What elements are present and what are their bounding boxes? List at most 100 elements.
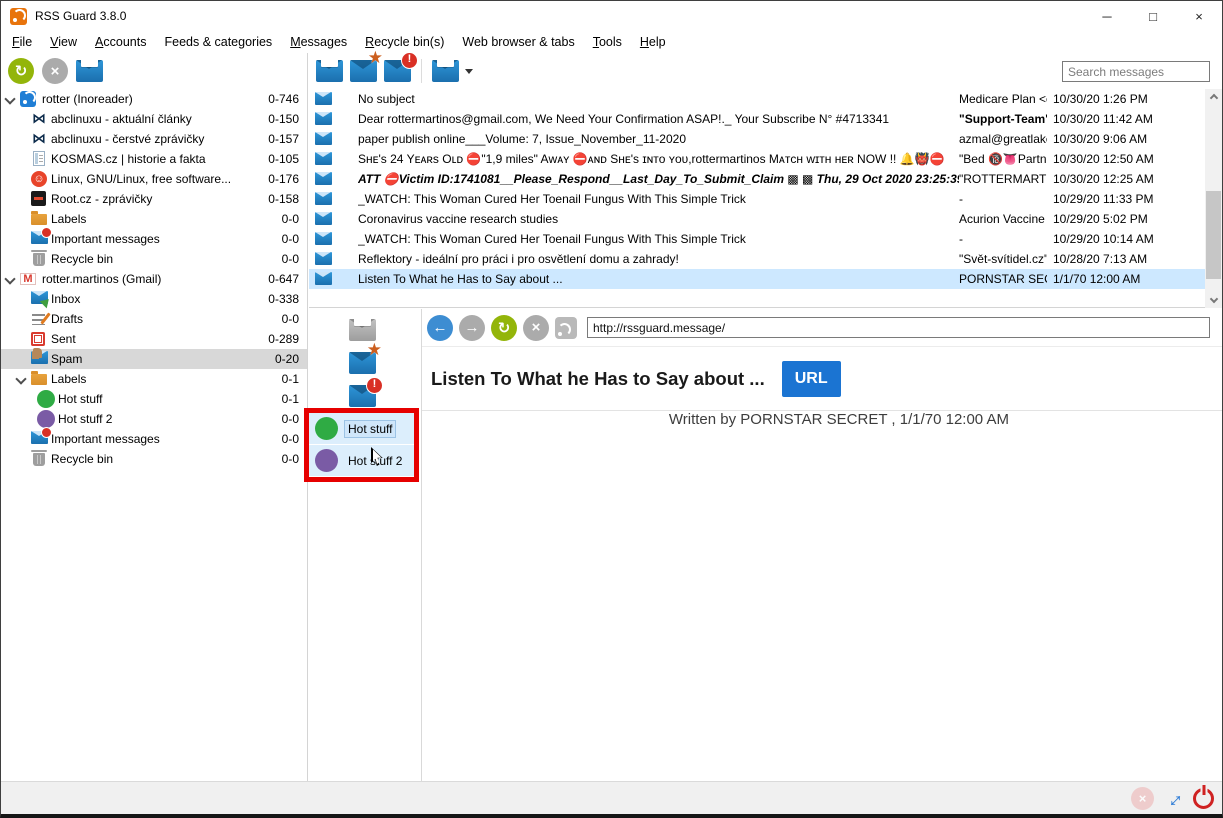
menu-tools[interactable]: Tools [584,31,631,53]
folder-icon [31,214,47,225]
feed-row[interactable]: Hot stuff0-1 [1,389,307,409]
mouse-cursor-icon [371,447,384,466]
label-color-icon [315,449,338,472]
message-envelope-icon [315,152,332,165]
mark-feed-read-button[interactable] [76,60,103,82]
message-row[interactable]: Reflektory - ideální pro práci i pro osv… [309,249,1222,269]
message-row[interactable]: Sʜᴇ's 24 Yᴇᴀʀs Oʟᴅ ⛔"1,9 miles" Aᴡᴀʏ ⛔ᴀɴ… [309,149,1222,169]
scroll-down-icon[interactable] [1205,293,1222,308]
message-row[interactable]: _WATCH: This Woman Cured Her Toenail Fun… [309,229,1222,249]
message-subject: No subject [358,92,959,106]
update-feeds-button[interactable]: ↻ [8,58,34,84]
chevron-expanded-icon[interactable] [4,93,15,104]
folder-icon [31,374,47,385]
menu-accounts[interactable]: Accounts [86,31,155,53]
feed-label: Sent [51,332,76,346]
message-envelope-icon [315,172,332,185]
reload-icon[interactable]: ↻ [491,315,517,341]
menu-messages[interactable]: Messages [281,31,356,53]
mark-starred-icon [350,60,377,82]
feed-row[interactable]: Sent0-289 [1,329,307,349]
mark-starred-button[interactable] [350,60,377,82]
menu-view[interactable]: View [41,31,86,53]
message-row[interactable]: No subjectMedicare Plan <e...10/30/20 1:… [309,89,1222,109]
message-filter-button[interactable] [432,60,473,82]
feed-row[interactable]: Inbox0-338 [1,289,307,309]
feed-row[interactable]: KOSMAS.cz | historie a fakta0-105 [1,149,307,169]
feed-row[interactable]: Mrotter.martinos (Gmail)0-647 [1,269,307,289]
feed-row[interactable]: Labels0-1 [1,369,307,389]
message-date: 10/28/20 7:13 AM [1053,252,1158,266]
message-row[interactable]: Coronavirus vaccine research studiesAcur… [309,209,1222,229]
message-row[interactable]: paper publish online___Volume: 7, Issue_… [309,129,1222,149]
feed-unread-count: 0-0 [282,252,299,266]
menu-feeds-categories[interactable]: Feeds & categories [155,31,281,53]
mark-important-button[interactable] [349,385,376,407]
menu-web-browser-tabs[interactable]: Web browser & tabs [453,31,583,53]
feed-label: Labels [51,372,86,386]
inoreader-icon [20,91,36,107]
label-item[interactable]: Hot stuff [309,413,414,445]
app-rss-icon [10,8,27,25]
message-date: 1/1/70 12:00 AM [1053,272,1158,286]
feed-unread-count: 0-1 [282,392,299,406]
message-subject: Listen To What he Has to Say about ... [358,272,959,286]
trash-icon [33,253,45,266]
feed-row[interactable]: Spam0-20 [1,349,307,369]
mark-starred-button[interactable] [349,352,376,374]
feed-row[interactable]: Root.cz - zprávičky0-158 [1,189,307,209]
preview-browser-toolbar: ← → ↻ × [422,309,1222,347]
feed-row[interactable]: ⋈abclinuxu - aktuální články0-150 [1,109,307,129]
scrollbar-thumb[interactable] [1206,191,1221,279]
message-row[interactable]: Listen To What he Has to Say about ...PO… [309,269,1222,289]
message-row[interactable]: _WATCH: This Woman Cured Her Toenail Fun… [309,189,1222,209]
scroll-up-icon[interactable] [1205,89,1222,104]
feed-row[interactable]: Important messages0-0 [1,429,307,449]
close-button[interactable]: × [1176,1,1222,31]
feed-unread-count: 0-0 [282,412,299,426]
message-row[interactable]: Dear rottermartinos@gmail.com, We Need Y… [309,109,1222,129]
message-sender: "Svět-svítidel.cz" ... [959,252,1047,266]
feed-row[interactable]: Recycle bin0-0 [1,449,307,469]
search-input[interactable] [1062,61,1210,82]
mark-important-icon [384,60,411,82]
url-button[interactable]: URL [782,361,841,397]
message-sender: "ROTTERMARTIN... [959,172,1047,186]
trash-icon [33,453,45,466]
chevron-expanded-icon[interactable] [15,373,26,384]
label-name: Hot stuff [345,421,395,437]
feed-row[interactable]: Drafts0-0 [1,309,307,329]
minimize-button[interactable]: ─ [1084,1,1130,31]
menu-help[interactable]: Help [631,31,675,53]
feed-label: Important messages [51,432,160,446]
mark-important-button[interactable] [384,60,411,82]
abclinuxu-icon: ⋈ [31,131,47,146]
label-item[interactable]: Hot stuff 2 [309,445,414,477]
mark-read-icon [316,60,343,82]
forward-icon[interactable]: → [459,315,485,341]
stop-icon[interactable]: × [523,315,549,341]
feed-label: Recycle bin [51,252,113,266]
back-icon[interactable]: ← [427,315,453,341]
feed-row[interactable]: Hot stuff 20-0 [1,409,307,429]
fullscreen-icon[interactable]: ↔ [1159,783,1189,813]
status-bar: × ↔ [1,781,1222,814]
feed-row[interactable]: Recycle bin 0-0 [1,249,307,269]
message-sender: "Bed 🔞👅Partne... [959,152,1047,166]
feed-row[interactable]: ☺Linux, GNU/Linux, free software...0-176 [1,169,307,189]
mark-read-button[interactable] [316,60,343,82]
quit-power-icon[interactable] [1193,788,1214,809]
feed-row[interactable]: rotter (Inoreader)0-746 [1,89,307,109]
toolbar-separator [421,59,422,83]
chevron-expanded-icon[interactable] [4,273,15,284]
feed-row[interactable]: ⋈abclinuxu - čerstvé zprávičky0-157 [1,129,307,149]
url-input[interactable] [587,317,1210,338]
maximize-button[interactable]: □ [1130,1,1176,31]
feed-row[interactable]: Important messages0-0 [1,229,307,249]
message-row[interactable]: ATT ⛔Victim ID:1741081__Please_Respond__… [309,169,1222,189]
mark-read-button [349,319,376,341]
stop-update-button[interactable]: × [42,58,68,84]
message-list-scrollbar[interactable] [1205,89,1222,308]
feed-row[interactable]: Labels0-0 [1,209,307,229]
menu-file[interactable]: File [3,31,41,53]
